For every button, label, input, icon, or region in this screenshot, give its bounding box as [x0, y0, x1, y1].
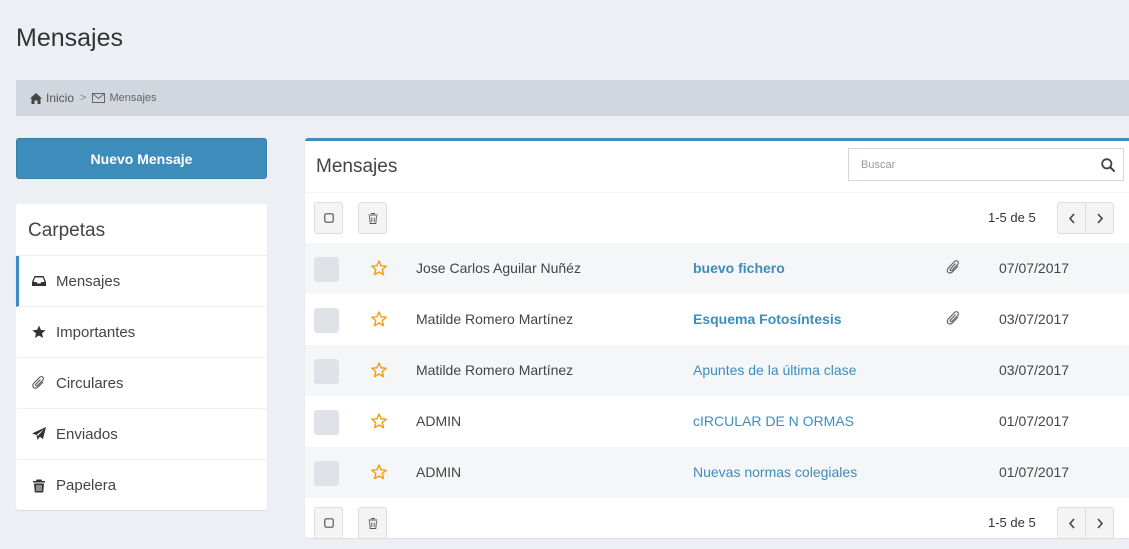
paperclip-icon	[946, 260, 959, 274]
prev-page-button[interactable]	[1057, 202, 1086, 234]
trash-icon	[368, 517, 377, 529]
search-input[interactable]	[849, 149, 1093, 180]
square-icon	[323, 213, 334, 223]
folder-label: Circulares	[56, 374, 124, 392]
select-all-button[interactable]	[314, 202, 343, 234]
envelope-icon	[92, 93, 106, 103]
message-row[interactable]: Matilde Romero Martínez Esquema Fotosínt…	[305, 294, 1129, 345]
star-outline-icon[interactable]	[371, 413, 387, 429]
message-row[interactable]: Matilde Romero Martínez Apuntes de la úl…	[305, 345, 1129, 396]
message-date: 03/07/2017	[999, 362, 1070, 378]
row-checkbox[interactable]	[314, 410, 339, 435]
star-icon	[32, 325, 46, 338]
breadcrumb: Inicio > Mensajes	[16, 80, 1129, 116]
next-page-button[interactable]	[1085, 507, 1114, 539]
message-list: Jose Carlos Aguilar Nuñéz buevo fichero …	[305, 243, 1129, 498]
select-all-button[interactable]	[314, 507, 343, 539]
next-page-button[interactable]	[1085, 202, 1114, 234]
breadcrumb-current: Mensajes	[92, 92, 157, 104]
folder-label: Papelera	[56, 477, 117, 494]
paperclip-icon	[32, 376, 44, 389]
chevron-right-icon	[1096, 517, 1103, 529]
pager-text: 1-5 de 5	[988, 210, 1036, 225]
row-checkbox[interactable]	[314, 308, 339, 333]
pager-text: 1-5 de 5	[988, 515, 1036, 530]
mailbox-toolbar-top: 1-5 de 5	[305, 193, 1129, 243]
message-row[interactable]: Jose Carlos Aguilar Nuñéz buevo fichero …	[305, 243, 1129, 294]
star-outline-icon[interactable]	[371, 362, 387, 378]
breadcrumb-home-label: Inicio	[46, 91, 75, 105]
breadcrumb-separator: >	[80, 92, 87, 104]
inbox-icon	[32, 276, 46, 286]
mailbox-header: Mensajes	[305, 141, 1129, 193]
new-message-button[interactable]: Nuevo Mensaje	[16, 138, 267, 179]
message-date: 01/07/2017	[999, 413, 1070, 429]
folder-item-importantes[interactable]: Importantes	[16, 307, 267, 358]
search-box	[848, 148, 1124, 181]
message-subject[interactable]: Nuevas normas colegiales	[693, 464, 857, 480]
message-subject[interactable]: Esquema Fotosíntesis	[693, 311, 842, 327]
message-subject[interactable]: buevo fichero	[693, 260, 785, 276]
folder-item-enviados[interactable]: Enviados	[16, 409, 267, 460]
folder-label: Enviados	[56, 425, 118, 443]
message-from: Matilde Romero Martínez	[416, 362, 574, 378]
message-row[interactable]: ADMIN Nuevas normas colegiales 01/07/201…	[305, 447, 1129, 498]
message-date: 01/07/2017	[999, 464, 1070, 480]
chevron-left-icon	[1068, 212, 1075, 224]
message-from: ADMIN	[416, 413, 462, 429]
star-outline-icon[interactable]	[371, 260, 387, 276]
page-title: Mensajes	[16, 24, 123, 52]
folder-item-papelera[interactable]: Papelera	[16, 460, 267, 511]
folders-title: Carpetas	[16, 204, 267, 256]
folder-label: Importantes	[56, 323, 136, 341]
row-checkbox[interactable]	[314, 359, 339, 384]
row-checkbox[interactable]	[314, 461, 339, 486]
delete-button[interactable]	[358, 202, 387, 234]
prev-page-button[interactable]	[1057, 507, 1086, 539]
message-from: Jose Carlos Aguilar Nuñéz	[416, 260, 581, 276]
breadcrumb-home[interactable]: Inicio	[30, 91, 74, 105]
chevron-left-icon	[1068, 517, 1075, 529]
mailbox-title: Mensajes	[316, 156, 398, 177]
message-subject[interactable]: Apuntes de la última clase	[693, 362, 856, 378]
trash-icon	[33, 479, 45, 492]
folder-label: Mensajes	[56, 272, 121, 290]
message-date: 07/07/2017	[999, 260, 1070, 276]
row-checkbox[interactable]	[314, 257, 339, 282]
search-button[interactable]	[1093, 149, 1123, 180]
message-row[interactable]: ADMIN cIRCULAR DE N ORMAS 01/07/2017	[305, 396, 1129, 447]
square-icon	[323, 518, 334, 528]
folder-item-circulares[interactable]: Circulares	[16, 358, 267, 409]
message-subject[interactable]: cIRCULAR DE N ORMAS	[693, 413, 854, 429]
message-from: Matilde Romero Martínez	[416, 311, 574, 327]
chevron-right-icon	[1096, 212, 1103, 224]
message-from: ADMIN	[416, 464, 462, 480]
folders-panel: Carpetas Mensajes Importantes Circulares…	[16, 204, 267, 510]
message-date: 03/07/2017	[999, 311, 1070, 327]
star-outline-icon[interactable]	[371, 464, 387, 480]
breadcrumb-current-label: Mensajes	[109, 92, 157, 104]
paper-plane-icon	[32, 427, 46, 440]
star-outline-icon[interactable]	[371, 311, 387, 327]
delete-button[interactable]	[358, 507, 387, 539]
search-icon	[1101, 157, 1115, 172]
paperclip-icon	[946, 311, 959, 325]
mailbox-toolbar-bottom: 1-5 de 5	[305, 498, 1129, 548]
home-icon	[30, 92, 42, 104]
trash-icon	[368, 212, 377, 224]
mailbox-panel: Mensajes 1-5 de 5 Jose Carlos Aguilar Nu…	[305, 138, 1129, 539]
folder-item-mensajes[interactable]: Mensajes	[16, 256, 267, 307]
